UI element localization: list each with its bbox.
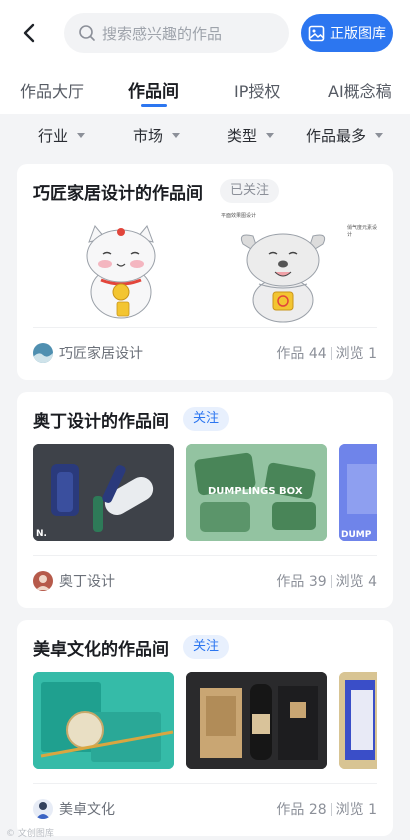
views-count: 浏览 4 [335, 574, 377, 590]
views-count: 浏览 1 [335, 802, 377, 818]
tab-ai-concept[interactable]: AI概念稿 [328, 78, 392, 102]
filter-label: 市场 [133, 127, 164, 145]
work-thumbnail[interactable] [339, 672, 377, 769]
search-placeholder: 搜索感兴趣的作品 [102, 24, 223, 43]
preview-caption: 平面效果图设计 [221, 213, 257, 219]
studio-title: 巧匠家居设计的作品间 [33, 184, 203, 204]
studio-card[interactable]: 奥丁设计的作品间 关注 N. DUMPLINGS BOX DUMP 奥丁设计 作… [17, 392, 393, 608]
tab-bar: 作品大厅 作品间 IP授权 AI概念稿 [0, 66, 410, 114]
avatar[interactable] [33, 799, 53, 819]
studio-title: 奥丁设计的作品间 [33, 412, 169, 432]
filter-label: 行业 [38, 127, 69, 145]
caret-down-icon [266, 133, 275, 138]
studio-card[interactable]: 巧匠家居设计的作品间 已关注 平面效果图设计 俏气度元素设计 巧匠家居设计 作品… [17, 164, 393, 380]
stats-separator [330, 574, 332, 588]
lucky-cat-illustration [86, 225, 156, 319]
caret-down-icon [172, 133, 181, 138]
studio-stats: 作品 39 浏览 4 [276, 571, 377, 591]
dog-illustration [240, 233, 326, 323]
studio-footer: 巧匠家居设计 作品 44 浏览 1 [33, 341, 377, 365]
thumb-caption: N. [36, 529, 47, 539]
studio-name[interactable]: 美卓文化 [59, 799, 115, 819]
filter-label: 类型 [227, 127, 258, 145]
caret-down-icon [77, 133, 86, 138]
back-arrow-icon[interactable] [18, 21, 42, 45]
thumb-caption: DUMP [341, 530, 372, 540]
filter-market[interactable]: 市场 [133, 125, 181, 146]
card-divider [33, 783, 377, 784]
work-thumbnail[interactable] [33, 672, 174, 769]
tab-works-hall[interactable]: 作品大厅 [20, 78, 84, 102]
image-icon [308, 25, 325, 41]
studio-card[interactable]: 美卓文化的作品间 关注 美卓文化 作品 28 浏览 1 [17, 620, 393, 836]
caret-down-icon [375, 133, 384, 138]
stats-separator [330, 802, 332, 816]
avatar[interactable] [33, 343, 53, 363]
active-tab-indicator [141, 104, 167, 107]
filter-label: 作品最多 [306, 127, 367, 145]
studio-name[interactable]: 奥丁设计 [59, 571, 115, 591]
follow-button[interactable]: 关注 [183, 635, 230, 659]
studio-footer: 奥丁设计 作品 39 浏览 4 [33, 569, 377, 593]
works-count: 作品 28 [276, 802, 327, 818]
work-thumbnail[interactable]: DUMP [339, 444, 377, 541]
card-divider [33, 327, 377, 328]
top-bar: 搜索感兴趣的作品 正版图库 [0, 0, 410, 66]
tea-gift-box-image [33, 672, 174, 769]
filter-bar: 行业 市场 类型 作品最多 [0, 114, 410, 154]
work-thumbnail[interactable]: N. [33, 444, 174, 541]
studio-title: 美卓文化的作品间 [33, 640, 169, 660]
dumpling-box-image [339, 444, 377, 541]
works-count: 作品 44 [276, 346, 327, 362]
follow-button[interactable]: 关注 [183, 407, 230, 431]
lint-roller-image [33, 444, 174, 541]
search-input[interactable]: 搜索感兴趣的作品 [64, 13, 289, 53]
thumb-caption: DUMPLINGS BOX [208, 486, 303, 497]
work-thumbnail[interactable]: DUMPLINGS BOX [186, 444, 327, 541]
studio-stats: 作品 44 浏览 1 [276, 343, 377, 363]
watermark: © 文创图库 [6, 829, 54, 839]
book-cover-image [339, 672, 377, 769]
work-thumbnail[interactable] [186, 672, 327, 769]
studio-footer: 美卓文化 作品 28 浏览 1 [33, 797, 377, 821]
preview-caption: 俏气度元素设计 [347, 225, 378, 238]
studio-name[interactable]: 巧匠家居设计 [59, 343, 143, 363]
follow-button[interactable]: 已关注 [220, 179, 280, 203]
gallery-button[interactable]: 正版图库 [301, 14, 393, 52]
liquor-package-image [186, 672, 327, 769]
studio-stats: 作品 28 浏览 1 [276, 799, 377, 819]
filter-sort[interactable]: 作品最多 [306, 125, 384, 146]
works-count: 作品 39 [276, 574, 327, 590]
avatar[interactable] [33, 571, 53, 591]
studio-preview-image[interactable]: 平面效果图设计 俏气度元素设计 [33, 212, 377, 324]
card-divider [33, 555, 377, 556]
filter-type[interactable]: 类型 [227, 125, 275, 146]
stats-separator [330, 346, 332, 360]
gallery-button-label: 正版图库 [330, 26, 386, 42]
tab-studios[interactable]: 作品间 [128, 77, 179, 102]
views-count: 浏览 1 [335, 346, 377, 362]
tab-ip-license[interactable]: IP授权 [234, 78, 280, 102]
filter-industry[interactable]: 行业 [38, 125, 86, 146]
search-icon [79, 25, 95, 41]
